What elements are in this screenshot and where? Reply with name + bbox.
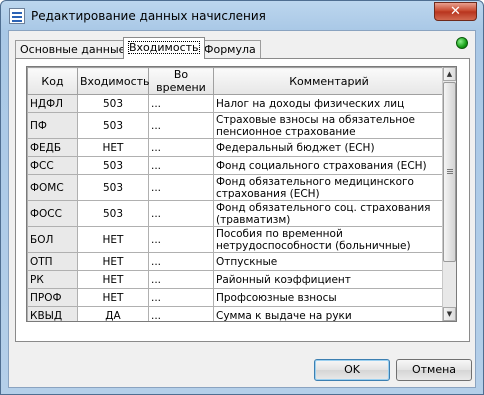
cell-comment[interactable]: Фонд обязательного соц. страхования (тра… bbox=[213, 200, 445, 227]
tab-panel-inclusion: Код Входимость Во времени Комментарий НД… bbox=[15, 58, 470, 342]
column-header-time[interactable]: Во времени bbox=[148, 67, 214, 95]
cell-time[interactable]: ... bbox=[148, 200, 214, 227]
inclusion-grid[interactable]: Код Входимость Во времени Комментарий НД… bbox=[26, 66, 457, 322]
cell-code[interactable]: ПРОФ bbox=[27, 288, 78, 307]
cell-code[interactable]: НДФЛ bbox=[27, 94, 78, 113]
cell-time[interactable]: ... bbox=[148, 226, 214, 253]
table-row[interactable]: ФОСС 503... Фонд обязательного соц. страхо… bbox=[27, 200, 445, 227]
cell-comment[interactable]: Профсоюзные взносы bbox=[213, 288, 445, 307]
column-header-inclusion[interactable]: Входимость bbox=[77, 67, 150, 95]
scroll-up-icon[interactable]: ▲ bbox=[443, 67, 456, 81]
table-row[interactable]: ФЕДБ НЕТ... Федеральный бюджет (ЕСН) bbox=[27, 138, 445, 157]
cell-inclusion[interactable]: НЕТ bbox=[77, 226, 149, 253]
table-row[interactable]: РК НЕТ... Районный коэффициент bbox=[27, 270, 445, 289]
cell-time[interactable]: ... bbox=[148, 174, 214, 201]
cell-code[interactable]: ОТП bbox=[27, 252, 78, 271]
cell-time[interactable]: ... bbox=[148, 112, 214, 139]
close-button[interactable]: ✕ bbox=[434, 2, 477, 21]
table-body: НДФЛ 503... Налог на доходы физических лиц… bbox=[27, 94, 445, 321]
vertical-scrollbar[interactable]: ▲ ▼ bbox=[442, 67, 456, 321]
cell-comment[interactable]: Отпускные bbox=[213, 252, 445, 271]
cell-time[interactable]: ... bbox=[148, 156, 214, 175]
cell-code[interactable]: БОЛ bbox=[27, 226, 78, 253]
tab-inclusion[interactable]: Входимость bbox=[123, 37, 205, 59]
cell-inclusion[interactable]: НЕТ bbox=[77, 288, 149, 307]
table-row[interactable]: КВЫД ДА... Сумма к выдаче на руки bbox=[27, 306, 445, 321]
cell-time[interactable]: ... bbox=[148, 288, 214, 307]
cell-inclusion[interactable]: 503 bbox=[77, 156, 149, 175]
cell-code[interactable]: ФЕДБ bbox=[27, 138, 78, 157]
cell-time[interactable]: ... bbox=[148, 138, 214, 157]
cell-comment[interactable]: Пособия по временной нетрудоспособности … bbox=[213, 226, 445, 253]
scroll-thumb[interactable] bbox=[443, 82, 456, 262]
cell-inclusion[interactable]: 503 bbox=[77, 112, 149, 139]
table-row[interactable]: ПФ 503... Страховые взносы на обязательное… bbox=[27, 112, 445, 139]
cell-code[interactable]: ФСС bbox=[27, 156, 78, 175]
cell-inclusion[interactable]: 503 bbox=[77, 94, 149, 113]
app-icon bbox=[9, 8, 25, 24]
table-row[interactable]: ПРОФ НЕТ... Профсоюзные взносы bbox=[27, 288, 445, 307]
cell-comment[interactable]: Фонд обязательного медицинского страхова… bbox=[213, 174, 445, 201]
ok-button[interactable]: OK bbox=[314, 359, 390, 381]
cell-code[interactable]: ПФ bbox=[27, 112, 78, 139]
cell-comment[interactable]: Федеральный бюджет (ЕСН) bbox=[213, 138, 445, 157]
cell-code[interactable]: КВЫД bbox=[27, 306, 78, 321]
cell-code[interactable]: РК bbox=[27, 270, 78, 289]
cancel-button[interactable]: Отмена bbox=[396, 359, 472, 381]
table-row[interactable]: ФСС 503... Фонд социального страхования (Е… bbox=[27, 156, 445, 175]
cell-inclusion[interactable]: 503 bbox=[77, 200, 149, 227]
cell-inclusion[interactable]: НЕТ bbox=[77, 138, 149, 157]
table-row[interactable]: НДФЛ 503... Налог на доходы физических лиц bbox=[27, 94, 445, 113]
cell-inclusion[interactable]: 503 bbox=[77, 174, 149, 201]
cell-comment[interactable]: Фонд социального страхования (ЕСН) bbox=[213, 156, 445, 175]
tab-strip: Основные данные Входимость Формула bbox=[15, 37, 455, 59]
cell-comment[interactable]: Страховые взносы на обязательное пенсион… bbox=[213, 112, 445, 139]
cell-comment[interactable]: Районный коэффициент bbox=[213, 270, 445, 289]
cell-code[interactable]: ФОСС bbox=[27, 200, 78, 227]
cell-inclusion[interactable]: НЕТ bbox=[77, 270, 149, 289]
cell-inclusion[interactable]: ДА bbox=[77, 306, 149, 321]
status-indicator-icon bbox=[456, 37, 468, 49]
cell-inclusion[interactable]: НЕТ bbox=[77, 252, 149, 271]
tab-main-data[interactable]: Основные данные bbox=[15, 40, 131, 59]
table-row[interactable]: БОЛ НЕТ... Пособия по временной нетрудоспо… bbox=[27, 226, 445, 253]
window-title: Редактирование данных начисления bbox=[31, 9, 266, 23]
scroll-down-icon[interactable]: ▼ bbox=[443, 307, 456, 321]
column-header-comment[interactable]: Комментарий bbox=[213, 67, 445, 95]
cell-time[interactable]: ... bbox=[148, 252, 214, 271]
cell-code[interactable]: ФОМС bbox=[27, 174, 78, 201]
table-row[interactable]: ФОМС 503... Фонд обязательного медицинског… bbox=[27, 174, 445, 201]
cell-comment[interactable]: Налог на доходы физических лиц bbox=[213, 94, 445, 113]
inclusion-table: Код Входимость Во времени Комментарий НД… bbox=[27, 67, 445, 321]
cell-time[interactable]: ... bbox=[148, 94, 214, 113]
column-header-code[interactable]: Код bbox=[27, 67, 78, 95]
cell-comment[interactable]: Сумма к выдаче на руки bbox=[213, 306, 445, 321]
table-row[interactable]: ОТП НЕТ... Отпускные bbox=[27, 252, 445, 271]
dialog-client-area: Основные данные Входимость Формула Код В… bbox=[8, 30, 476, 388]
dialog-window: Редактирование данных начисления ✕ Основ… bbox=[0, 0, 484, 395]
cell-time[interactable]: ... bbox=[148, 306, 214, 321]
tab-formula[interactable]: Формула bbox=[199, 40, 261, 59]
title-bar[interactable]: Редактирование данных начисления ✕ bbox=[1, 1, 483, 31]
cell-time[interactable]: ... bbox=[148, 270, 214, 289]
